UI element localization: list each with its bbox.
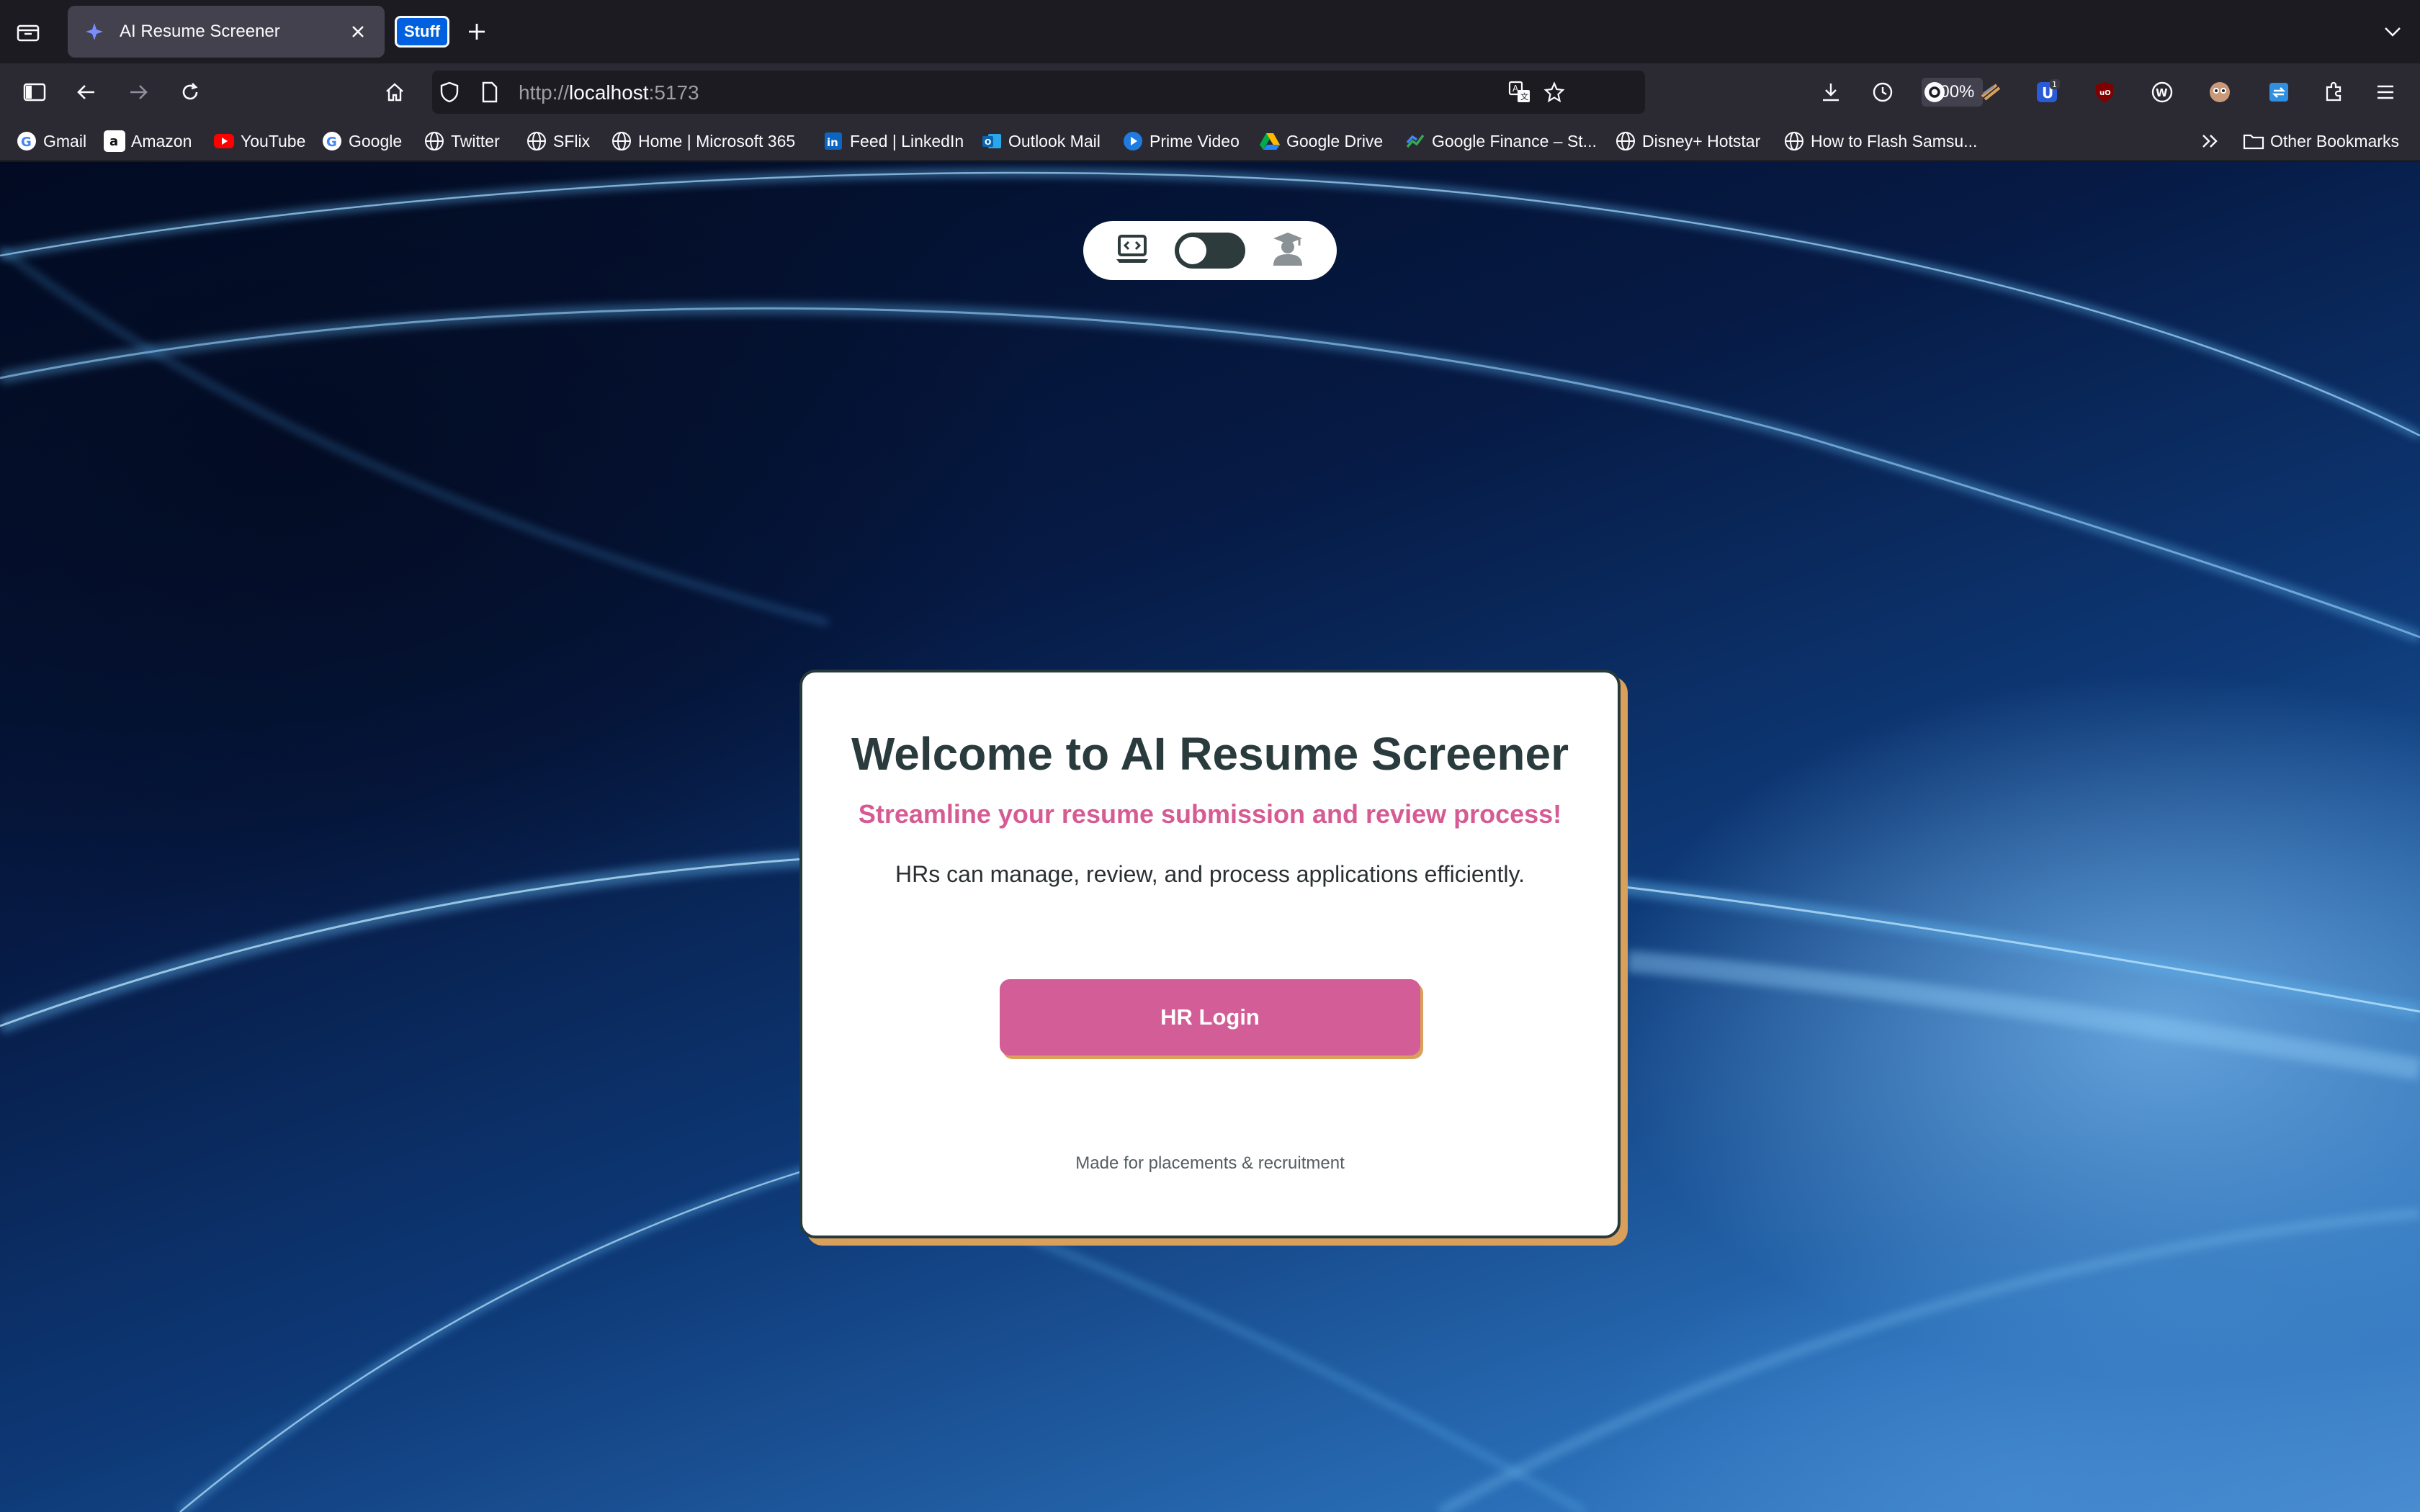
- hr-login-button[interactable]: HR Login: [1000, 979, 1420, 1056]
- globe-icon: [526, 130, 547, 152]
- extension-sync-icon[interactable]: [2263, 76, 2295, 108]
- extensions-puzzle-icon[interactable]: [2318, 76, 2349, 108]
- chevron-double-right-icon[interactable]: [2200, 128, 2221, 154]
- google-finance-icon: [1404, 130, 1426, 152]
- back-arrow-icon[interactable]: [71, 76, 102, 108]
- bookmark-prime-video[interactable]: Prime Video: [1122, 128, 1240, 154]
- outlook-icon: O: [981, 130, 1003, 152]
- extension-w-icon[interactable]: W: [2146, 76, 2178, 108]
- bookmark-sflix[interactable]: SFlix: [526, 128, 590, 154]
- page-viewport: Welcome to AI Resume Screener Streamline…: [0, 162, 2420, 1512]
- svg-text:O: O: [985, 138, 991, 147]
- svg-text:G: G: [326, 135, 337, 150]
- globe-icon: [424, 130, 445, 152]
- sparkle-icon: [84, 21, 105, 42]
- close-icon[interactable]: [347, 21, 369, 42]
- extension-badge: 1: [2052, 80, 2057, 89]
- chevron-down-icon[interactable]: [2378, 17, 2407, 46]
- linkedin-icon: in: [823, 130, 844, 152]
- tab-strip: AI Resume Screener Stuff: [0, 0, 2420, 63]
- page-title: Welcome to AI Resume Screener: [851, 728, 1569, 780]
- bookmark-google-drive[interactable]: Google Drive: [1259, 128, 1383, 154]
- amazon-icon: a: [104, 130, 125, 152]
- extension-face-icon[interactable]: [2204, 76, 2236, 108]
- bookmark-google-finance[interactable]: Google Finance – St...: [1404, 128, 1597, 154]
- bookmark-outlook[interactable]: O Outlook Mail: [981, 128, 1101, 154]
- bookmark-disney-hotstar[interactable]: Disney+ Hotstar: [1615, 128, 1760, 154]
- star-icon[interactable]: [1543, 81, 1566, 104]
- navigation-toolbar: http://localhost:5173 100% A文 U1 uO W: [0, 63, 2420, 121]
- svg-text:G: G: [21, 135, 32, 150]
- youtube-icon: [213, 130, 235, 152]
- sidebar-icon[interactable]: [19, 76, 50, 108]
- card-footer: Made for placements & recruitment: [1075, 1153, 1345, 1173]
- svg-text:文: 文: [1520, 91, 1528, 102]
- tab-title: AI Resume Screener: [120, 22, 280, 41]
- bookmarks-toolbar: G Gmail a Amazon YouTube G Google Twitte…: [0, 121, 2420, 161]
- address-bar[interactable]: http://localhost:5173 100% A文: [432, 71, 1984, 114]
- welcome-card: Welcome to AI Resume Screener Streamline…: [799, 670, 1621, 1238]
- bookmark-linkedin[interactable]: in Feed | LinkedIn: [823, 128, 964, 154]
- page-subtitle: Streamline your resume submission and re…: [858, 799, 1562, 829]
- mode-switch-knob: [1179, 237, 1206, 264]
- menu-hamburger-icon[interactable]: [2370, 76, 2401, 108]
- globe-icon: [1615, 130, 1636, 152]
- tab-active[interactable]: AI Resume Screener: [68, 6, 385, 58]
- tab-group-label[interactable]: Stuff: [395, 16, 450, 48]
- mode-toggle: [1083, 221, 1337, 280]
- other-bookmarks[interactable]: Other Bookmarks: [2243, 128, 2399, 154]
- bookmark-amazon[interactable]: a Amazon: [104, 128, 192, 154]
- bookmark-microsoft-365[interactable]: Home | Microsoft 365: [611, 128, 795, 154]
- bookmark-twitter[interactable]: Twitter: [424, 128, 500, 154]
- svg-text:in: in: [827, 136, 838, 149]
- new-tab-icon[interactable]: [462, 17, 491, 46]
- bookmark-youtube[interactable]: YouTube: [213, 128, 305, 154]
- bookmark-gmail[interactable]: G Gmail: [16, 128, 86, 154]
- tab-list-icon[interactable]: [13, 17, 43, 48]
- page-icon[interactable]: [478, 81, 501, 104]
- svg-text:W: W: [2156, 86, 2168, 99]
- page-description: HRs can manage, review, and process appl…: [895, 861, 1525, 887]
- url-text[interactable]: http://localhost:5173: [519, 81, 699, 104]
- extension-u-icon[interactable]: U1: [2033, 76, 2064, 108]
- reload-icon[interactable]: [174, 76, 206, 108]
- graduate-user-icon[interactable]: [1270, 231, 1305, 271]
- globe-icon: [1783, 130, 1805, 152]
- extension-stripes-icon[interactable]: [1975, 76, 2007, 108]
- prime-video-icon: [1122, 130, 1144, 152]
- history-clock-icon[interactable]: [1867, 76, 1899, 108]
- folder-icon: [2243, 130, 2264, 152]
- svg-text:a: a: [109, 134, 118, 149]
- bookmark-flash-samsung[interactable]: How to Flash Samsu...: [1783, 128, 1977, 154]
- shield-icon[interactable]: [438, 81, 461, 104]
- home-icon[interactable]: [379, 76, 411, 108]
- mode-switch[interactable]: [1175, 233, 1245, 269]
- ublock-icon[interactable]: uO: [2089, 76, 2120, 108]
- bookmark-google[interactable]: G Google: [321, 128, 402, 154]
- forward-arrow-icon[interactable]: [122, 76, 154, 108]
- google-g-icon: G: [321, 130, 343, 152]
- svg-text:uO: uO: [2099, 89, 2111, 97]
- google-g-icon: G: [16, 130, 37, 152]
- translate-icon[interactable]: A文: [1508, 81, 1531, 104]
- globe-icon: [611, 130, 632, 152]
- google-drive-icon: [1259, 130, 1281, 152]
- laptop-code-icon[interactable]: [1115, 233, 1150, 269]
- extension-o-icon[interactable]: [1919, 76, 1950, 108]
- download-icon[interactable]: [1815, 76, 1847, 108]
